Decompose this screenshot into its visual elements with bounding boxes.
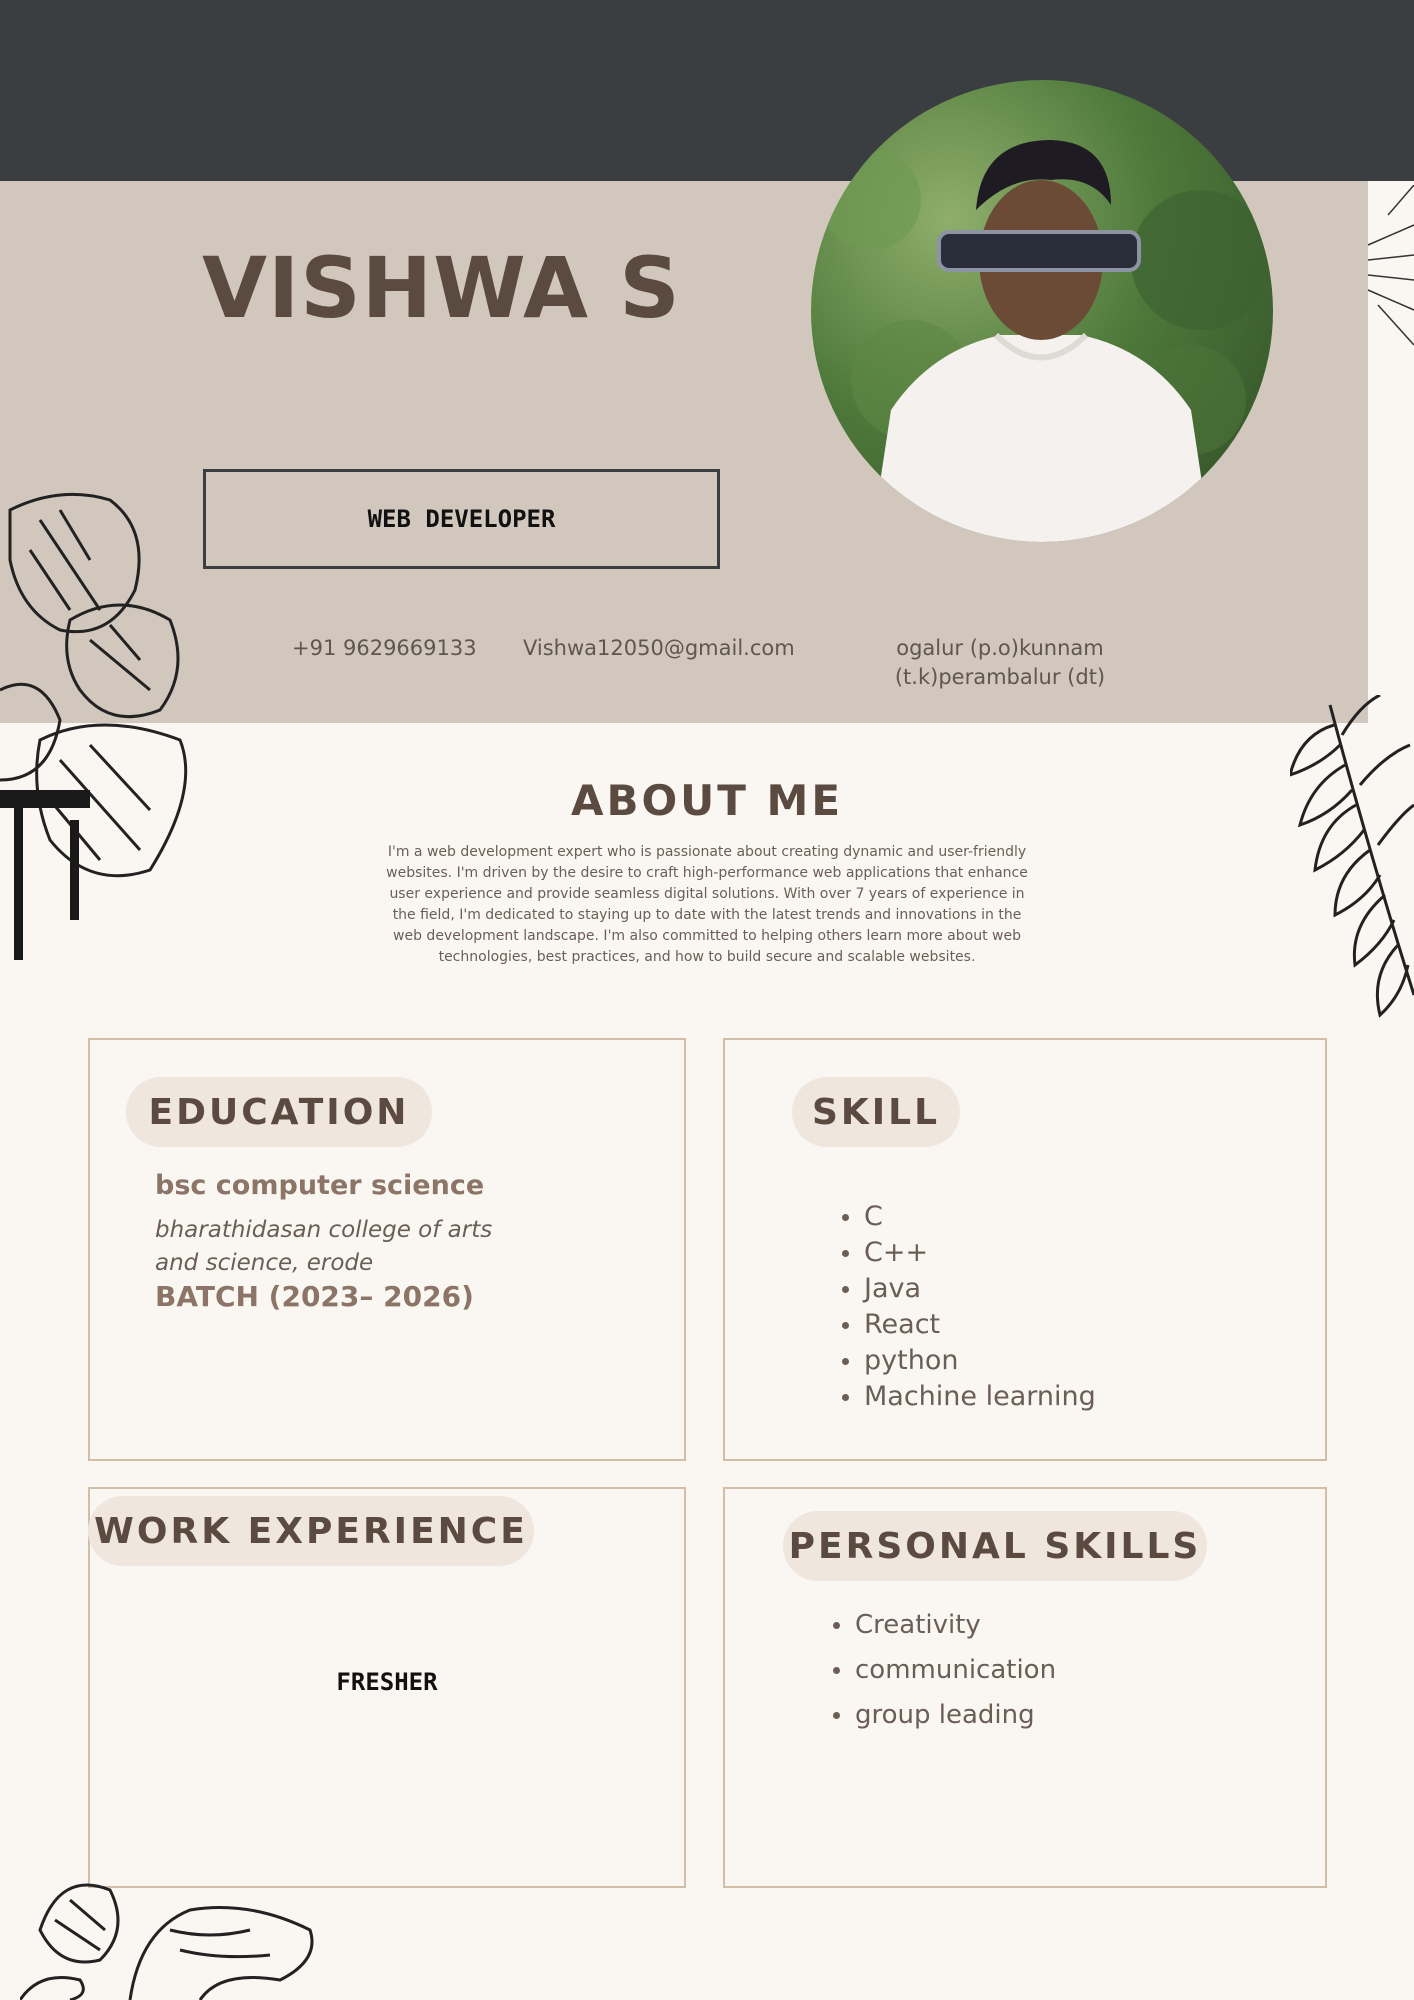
work-experience-title: WORK EXPERIENCE <box>88 1496 534 1566</box>
postal-address: ogalur (p.o)kunnam (t.k)perambalur (dt) <box>894 636 1106 689</box>
monstera-plant-illustration <box>0 492 188 960</box>
email-address: Vishwa12050@gmail.com <box>523 636 795 660</box>
skills-title: SKILL <box>792 1077 960 1147</box>
job-title-box: WEB DEVELOPER <box>203 469 720 569</box>
work-status: FRESHER <box>336 1668 438 1696</box>
personal-skill-item: communication <box>831 1648 1056 1693</box>
sunburst-lines-decoration <box>1368 185 1414 346</box>
skill-item: C++ <box>840 1235 1096 1271</box>
education-batch: BATCH (2023– 2026) <box>155 1280 474 1313</box>
personal-skills-list: Creativity communication group leading <box>831 1603 1056 1738</box>
fern-illustration <box>1290 695 1414 1018</box>
skill-item: React <box>840 1307 1096 1343</box>
personal-skill-item: Creativity <box>831 1603 1056 1648</box>
skill-item: python <box>840 1343 1096 1379</box>
profile-photo <box>811 80 1273 542</box>
personal-skills-title: PERSONAL SKILLS <box>783 1511 1207 1581</box>
candidate-name: VISHWA S <box>202 239 681 337</box>
about-text: I'm a web development expert who is pass… <box>386 844 1028 965</box>
skill-item: Java <box>840 1271 1096 1307</box>
phone-number: +91 9629669133 <box>292 636 477 660</box>
skill-item: Machine learning <box>840 1379 1096 1415</box>
job-title: WEB DEVELOPER <box>367 505 556 533</box>
education-degree: bsc computer science <box>155 1170 485 1201</box>
flower-illustration <box>20 1883 314 2000</box>
education-title: EDUCATION <box>126 1077 432 1147</box>
skills-list: C C++ Java React python Machine learning <box>840 1199 1096 1415</box>
about-title: ABOUT ME <box>570 776 844 825</box>
education-college: bharathidasan college of arts and scienc… <box>155 1217 493 1276</box>
skill-item: C <box>840 1199 1096 1235</box>
personal-skill-item: group leading <box>831 1693 1056 1738</box>
